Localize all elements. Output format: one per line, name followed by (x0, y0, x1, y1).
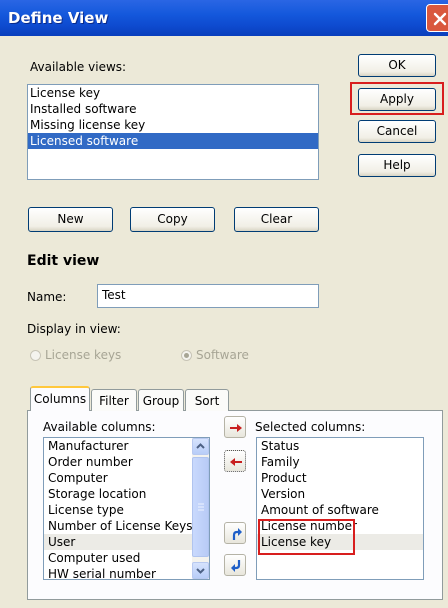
add-column-button[interactable] (224, 416, 246, 438)
remove-column-button[interactable] (224, 450, 246, 472)
radio-license-keys[interactable]: License keys (30, 348, 121, 362)
ok-button[interactable]: OK (358, 54, 436, 77)
list-item[interactable]: Missing license key (28, 117, 318, 133)
list-item[interactable]: Computer used (44, 550, 209, 566)
available-columns-label: Available columns: (43, 420, 156, 434)
scroll-down-button[interactable] (192, 562, 209, 579)
radio-software[interactable]: Software (181, 348, 249, 362)
scroll-thumb[interactable] (192, 457, 209, 557)
list-item-highlighted[interactable]: License key (257, 534, 423, 550)
title-bar[interactable]: Define View (0, 0, 448, 36)
tab-group[interactable]: Group (138, 389, 184, 411)
define-view-dialog: Define View Available views: License key… (0, 0, 448, 608)
list-item[interactable]: Order number (44, 454, 209, 470)
close-button[interactable] (426, 4, 448, 32)
radio-selected-icon (181, 350, 192, 361)
available-columns-list[interactable]: Manufacturer Order number Computer Stora… (43, 437, 210, 580)
move-up-button[interactable] (224, 522, 246, 544)
new-button[interactable]: New (28, 207, 113, 232)
list-item[interactable]: HW serial number (44, 566, 209, 579)
arrow-curve-down-icon (231, 560, 241, 572)
grip-icon (198, 503, 204, 511)
tab-filter[interactable]: Filter (91, 389, 137, 411)
dialog-title: Define View (8, 9, 109, 27)
list-item[interactable]: Amount of software (257, 502, 423, 518)
list-item[interactable]: Installed software (28, 101, 318, 117)
list-item[interactable]: Computer (44, 470, 209, 486)
list-item[interactable]: License type (44, 502, 209, 518)
list-item[interactable]: Number of License Keys (44, 518, 209, 534)
radio-software-label: Software (196, 348, 249, 362)
list-item[interactable]: License key (28, 85, 318, 101)
display-in-view-label: Display in view: (27, 322, 121, 336)
selected-columns-list[interactable]: Status Family Product Version Amount of … (256, 437, 424, 580)
arrow-curve-up-icon (232, 528, 242, 540)
list-item[interactable]: Manufacturer (44, 438, 209, 454)
available-views-list[interactable]: License key Installed software Missing l… (27, 84, 319, 180)
available-views-label: Available views: (30, 60, 127, 74)
cancel-button[interactable]: Cancel (358, 120, 436, 143)
move-down-button[interactable] (224, 554, 246, 576)
clear-button[interactable]: Clear (234, 207, 319, 232)
arrow-right-icon (230, 424, 242, 432)
scroll-up-button[interactable] (192, 438, 209, 455)
tab-columns[interactable]: Columns (30, 386, 90, 411)
list-item[interactable]: Family (257, 454, 423, 470)
name-label: Name: (27, 290, 67, 304)
list-item[interactable]: License number (257, 518, 423, 534)
help-button[interactable]: Help (358, 154, 436, 177)
available-columns-scrollbar[interactable] (192, 438, 209, 579)
list-item[interactable]: Product (257, 470, 423, 486)
radio-license-keys-label: License keys (45, 348, 122, 362)
chevron-down-icon (196, 568, 205, 574)
list-item[interactable]: Status (257, 438, 423, 454)
list-item-selected[interactable]: Licensed software (28, 133, 318, 149)
arrow-left-icon (230, 458, 242, 466)
list-item[interactable]: Storage location (44, 486, 209, 502)
tab-sort[interactable]: Sort (185, 389, 229, 411)
chevron-up-icon (196, 443, 205, 449)
selected-columns-label: Selected columns: (255, 420, 366, 434)
list-item[interactable]: Version (257, 486, 423, 502)
edit-view-heading: Edit view (27, 253, 100, 269)
radio-circle-icon (30, 350, 41, 361)
copy-button[interactable]: Copy (130, 207, 215, 232)
apply-button[interactable]: Apply (358, 88, 436, 111)
list-item-highlighted[interactable]: User (44, 534, 209, 550)
name-field[interactable]: Test (97, 284, 319, 308)
close-icon (433, 12, 447, 26)
